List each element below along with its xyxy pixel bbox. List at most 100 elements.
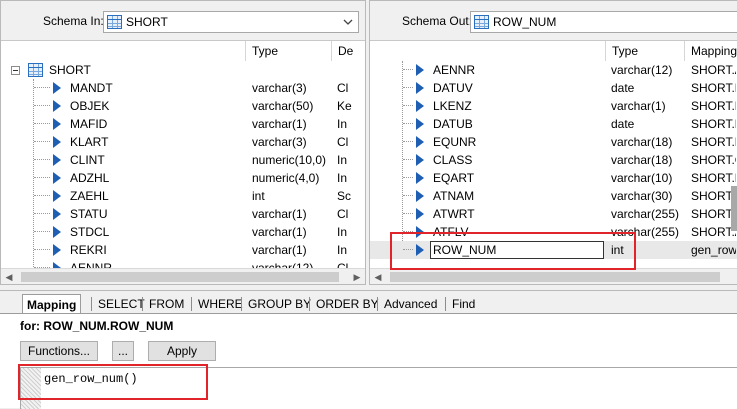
collapse-icon[interactable]: [11, 66, 20, 75]
column-name: MANDT: [70, 81, 113, 95]
functions-button[interactable]: Functions...: [20, 341, 98, 361]
scroll-left-icon[interactable]: ◀: [1, 269, 17, 284]
schema-out-field[interactable]: ROW_NUM: [470, 11, 737, 33]
schema-out-label: Schema Out:: [402, 14, 473, 28]
list-item[interactable]: EQART varchar(10) SHORT.E: [370, 169, 737, 187]
list-item[interactable]: STATU varchar(1) Cl: [1, 205, 365, 223]
list-item[interactable]: AENNR varchar(12) Cl: [1, 259, 365, 268]
scroll-left-icon[interactable]: ◀: [370, 269, 386, 284]
row-num-highlight: [390, 232, 636, 270]
column-mapping: SHORT.A: [691, 225, 736, 239]
column-name: LKENZ: [433, 99, 472, 113]
schema-in-hscrollbar[interactable]: ◀ ▶: [1, 268, 365, 284]
tree-root-row[interactable]: SHORT: [1, 61, 365, 79]
tab-where[interactable]: WHERE: [194, 294, 247, 314]
tab-group-by[interactable]: GROUP BY: [244, 294, 315, 314]
list-item[interactable]: REKRI varchar(1) In: [1, 241, 365, 259]
column-arrow-icon: [416, 64, 424, 76]
col-header-mapping[interactable]: Mapping: [685, 41, 737, 61]
column-type: varchar(50): [252, 99, 314, 113]
column-name: STATU: [70, 207, 108, 221]
column-arrow-icon: [416, 100, 424, 112]
column-name: DATUV: [433, 81, 473, 95]
list-item[interactable]: MAFID varchar(1) In: [1, 115, 365, 133]
tab-order-by[interactable]: ORDER BY: [312, 294, 383, 314]
list-item[interactable]: AENNR varchar(12) SHORT.A: [370, 61, 737, 79]
list-item[interactable]: KLART varchar(3) Cl: [1, 133, 365, 151]
column-mapping: SHORT.C: [691, 153, 736, 167]
column-type: varchar(1): [611, 99, 666, 113]
column-description: Cl: [337, 261, 349, 268]
column-type: varchar(30): [611, 189, 673, 203]
scroll-thumb[interactable]: [390, 272, 720, 282]
column-mapping: gen_row_: [691, 243, 736, 257]
schema-in-bar: Schema In: SHORT: [1, 1, 365, 41]
column-arrow-icon: [53, 118, 61, 130]
column-name: AENNR: [70, 261, 113, 268]
column-type: varchar(18): [611, 135, 673, 149]
column-arrow-icon: [416, 82, 424, 94]
column-arrow-icon: [53, 172, 61, 184]
column-name: EQUNR: [433, 135, 477, 149]
tab-find[interactable]: Find: [448, 294, 479, 314]
col-header-type[interactable]: Type: [246, 41, 278, 61]
schema-in-dropdown[interactable]: SHORT: [103, 11, 359, 33]
column-type: varchar(18): [611, 153, 673, 167]
column-description: In: [337, 153, 348, 167]
column-mapping: SHORT.D: [691, 81, 736, 95]
list-item[interactable]: EQUNR varchar(18) SHORT.E: [370, 133, 737, 151]
tab-advanced[interactable]: Advanced: [380, 294, 441, 314]
column-name: REKRI: [70, 243, 107, 257]
column-type: varchar(3): [252, 135, 307, 149]
list-item[interactable]: LKENZ varchar(1) SHORT.LI: [370, 97, 737, 115]
schema-in-pane: Schema In: SHORT Type De SHORT MANDT varc…: [0, 0, 366, 285]
list-item[interactable]: MANDT varchar(3) Cl: [1, 79, 365, 97]
list-item[interactable]: CLASS varchar(18) SHORT.C: [370, 151, 737, 169]
scroll-right-icon[interactable]: ▶: [349, 269, 365, 284]
column-type: numeric(4,0): [252, 171, 320, 185]
list-item[interactable]: DATUB date SHORT.D: [370, 115, 737, 133]
col-header-description[interactable]: De: [332, 41, 353, 61]
apply-button[interactable]: Apply: [148, 341, 216, 361]
col-header-type[interactable]: Type: [606, 41, 638, 61]
list-item[interactable]: CLINT numeric(10,0) In: [1, 151, 365, 169]
column-arrow-icon: [53, 100, 61, 112]
column-name: ATNAM: [433, 189, 475, 203]
mapping-tabs: Mapping SELECT FROM WHERE GROUP BY ORDER BY Ad…: [0, 290, 737, 314]
column-name: CLASS: [433, 153, 473, 167]
column-type: int: [252, 189, 265, 203]
tab-mapping[interactable]: Mapping: [22, 294, 82, 314]
vertical-scrollbar-thumb[interactable]: [731, 186, 737, 231]
schema-out-hscrollbar[interactable]: ◀: [370, 268, 737, 284]
list-item[interactable]: ATWRT varchar(255) SHORT.A: [370, 205, 737, 223]
column-mapping: SHORT.A: [691, 189, 736, 203]
list-item[interactable]: DATUV date SHORT.D: [370, 79, 737, 97]
browse-button[interactable]: ...: [112, 341, 134, 361]
list-item[interactable]: ATNAM varchar(30) SHORT.A: [370, 187, 737, 205]
column-type: date: [611, 81, 635, 95]
column-name: ATWRT: [433, 207, 475, 221]
column-description: Cl: [337, 135, 349, 149]
column-arrow-icon: [53, 136, 61, 148]
schema-out-bar: Schema Out: ROW_NUM: [370, 1, 737, 41]
column-description: Ke: [337, 99, 352, 113]
list-item[interactable]: OBJEK varchar(50) Ke: [1, 97, 365, 115]
column-name: KLART: [70, 135, 109, 149]
column-description: Cl: [337, 81, 349, 95]
chevron-down-icon[interactable]: [342, 16, 354, 28]
column-arrow-icon: [53, 244, 61, 256]
list-item[interactable]: ADZHL numeric(4,0) In: [1, 169, 365, 187]
column-arrow-icon: [416, 154, 424, 166]
tab-from[interactable]: FROM: [145, 294, 188, 314]
column-arrow-icon: [53, 82, 61, 94]
column-mapping: SHORT.E: [691, 171, 736, 185]
list-item[interactable]: ZAEHL int Sc: [1, 187, 365, 205]
scroll-thumb[interactable]: [21, 272, 339, 282]
tab-select[interactable]: SELECT: [94, 294, 149, 314]
column-description: Sc: [337, 189, 352, 203]
column-description: In: [337, 243, 348, 257]
column-mapping: SHORT.LI: [691, 99, 736, 113]
list-item[interactable]: STDCL varchar(1) In: [1, 223, 365, 241]
column-mapping: SHORT.A: [691, 207, 736, 221]
column-name: AENNR: [433, 63, 476, 77]
